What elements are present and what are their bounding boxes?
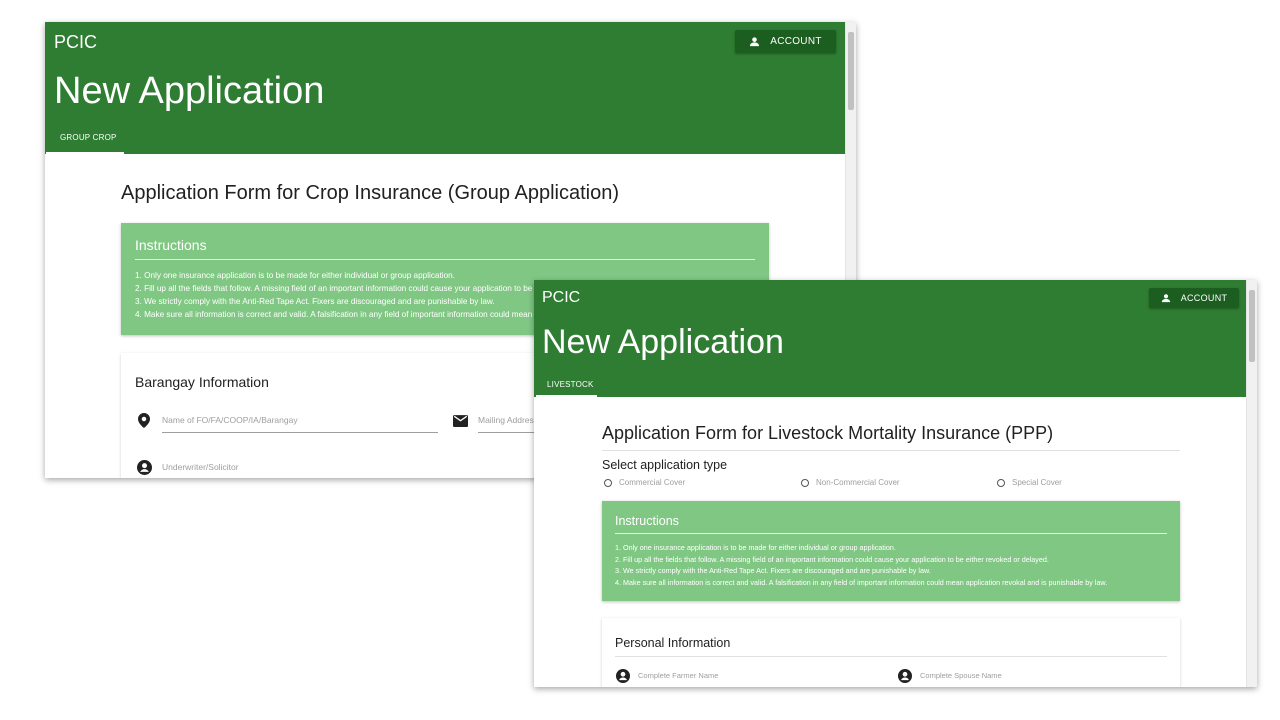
radio-label: Special Cover — [1012, 478, 1062, 487]
farmer-name-input[interactable]: Complete Farmer Name — [638, 671, 878, 680]
form-title: Application Form for Crop Insurance (Gro… — [121, 182, 620, 204]
mail-icon — [453, 415, 468, 427]
section-title: Personal Information — [615, 636, 731, 650]
instruction-item: 4. Make sure all information is correct … — [615, 577, 1108, 587]
section-divider — [615, 656, 1167, 657]
account-button[interactable]: ACCOUNT — [735, 30, 836, 53]
org-name-underline — [162, 432, 438, 433]
spouse-name-input[interactable]: Complete Spouse Name — [920, 671, 1160, 680]
map-pin-icon — [138, 413, 150, 428]
radio-non-commercial-cover[interactable]: Non-Commercial Cover — [801, 478, 900, 487]
account-circle-icon — [898, 669, 912, 683]
tab-group-crop[interactable]: GROUP CROP — [60, 133, 117, 142]
radio-label: Non-Commercial Cover — [816, 478, 900, 487]
account-button-label: ACCOUNT — [1180, 293, 1228, 303]
tab-livestock[interactable]: LIVESTOCK — [547, 380, 594, 389]
instructions-divider — [615, 533, 1167, 534]
org-name-input[interactable]: Name of FO/FA/COOP/IA/Barangay — [162, 415, 438, 425]
radio-label: Commercial Cover — [619, 478, 686, 487]
radio-circle-icon[interactable] — [997, 478, 1005, 487]
instructions-divider — [135, 259, 755, 260]
account-button-label: ACCOUNT — [770, 36, 822, 47]
instruction-item: 2. Fill up all the fields that follow. A… — [615, 554, 1049, 564]
person-icon — [1161, 294, 1170, 303]
account-button[interactable]: ACCOUNT — [1149, 288, 1239, 308]
tab-indicator — [536, 395, 597, 397]
instructions-panel: Instructions 1. Only one insurance appli… — [602, 501, 1180, 601]
personal-info-card: Personal Information Complete Farmer Nam… — [602, 618, 1180, 687]
person-icon — [750, 37, 760, 47]
instruction-item: 1. Only one insurance application is to … — [615, 543, 896, 552]
page-title: New Application — [542, 323, 784, 361]
form-title: Application Form for Livestock Mortality… — [602, 423, 1054, 443]
section-title: Barangay Information — [135, 374, 269, 390]
livestock-application-window: PCIC ACCOUNT New Application LIVESTOCK A… — [534, 280, 1257, 687]
account-circle-icon — [616, 669, 630, 683]
app-bar: PCIC ACCOUNT New Application GROUP CROP — [45, 22, 845, 154]
underwriter-input[interactable]: Underwriter/Solicitor — [162, 462, 438, 472]
radio-circle-icon[interactable] — [801, 478, 809, 487]
scrollbar[interactable] — [1246, 280, 1257, 687]
page-title: New Application — [54, 70, 325, 112]
radio-circle-icon[interactable] — [604, 478, 612, 487]
scroll-thumb[interactable] — [1249, 290, 1255, 362]
application-type-label: Select application type — [602, 458, 728, 472]
instruction-item: 3. We strictly comply with the Anti-Red … — [615, 566, 931, 575]
instructions-title: Instructions — [615, 514, 679, 528]
instructions-list: 1. Only one insurance application is to … — [615, 542, 1107, 588]
account-circle-icon — [137, 460, 152, 475]
tab-indicator — [46, 152, 124, 154]
instructions-title: Instructions — [135, 237, 207, 253]
title-divider — [602, 450, 1180, 451]
brand-logo[interactable]: PCIC — [54, 32, 97, 53]
scroll-thumb[interactable] — [848, 32, 854, 110]
brand-logo[interactable]: PCIC — [542, 289, 580, 307]
radio-commercial-cover[interactable]: Commercial Cover — [604, 478, 685, 487]
radio-special-cover[interactable]: Special Cover — [997, 478, 1062, 487]
app-bar: PCIC ACCOUNT New Application LIVESTOCK — [534, 280, 1246, 397]
